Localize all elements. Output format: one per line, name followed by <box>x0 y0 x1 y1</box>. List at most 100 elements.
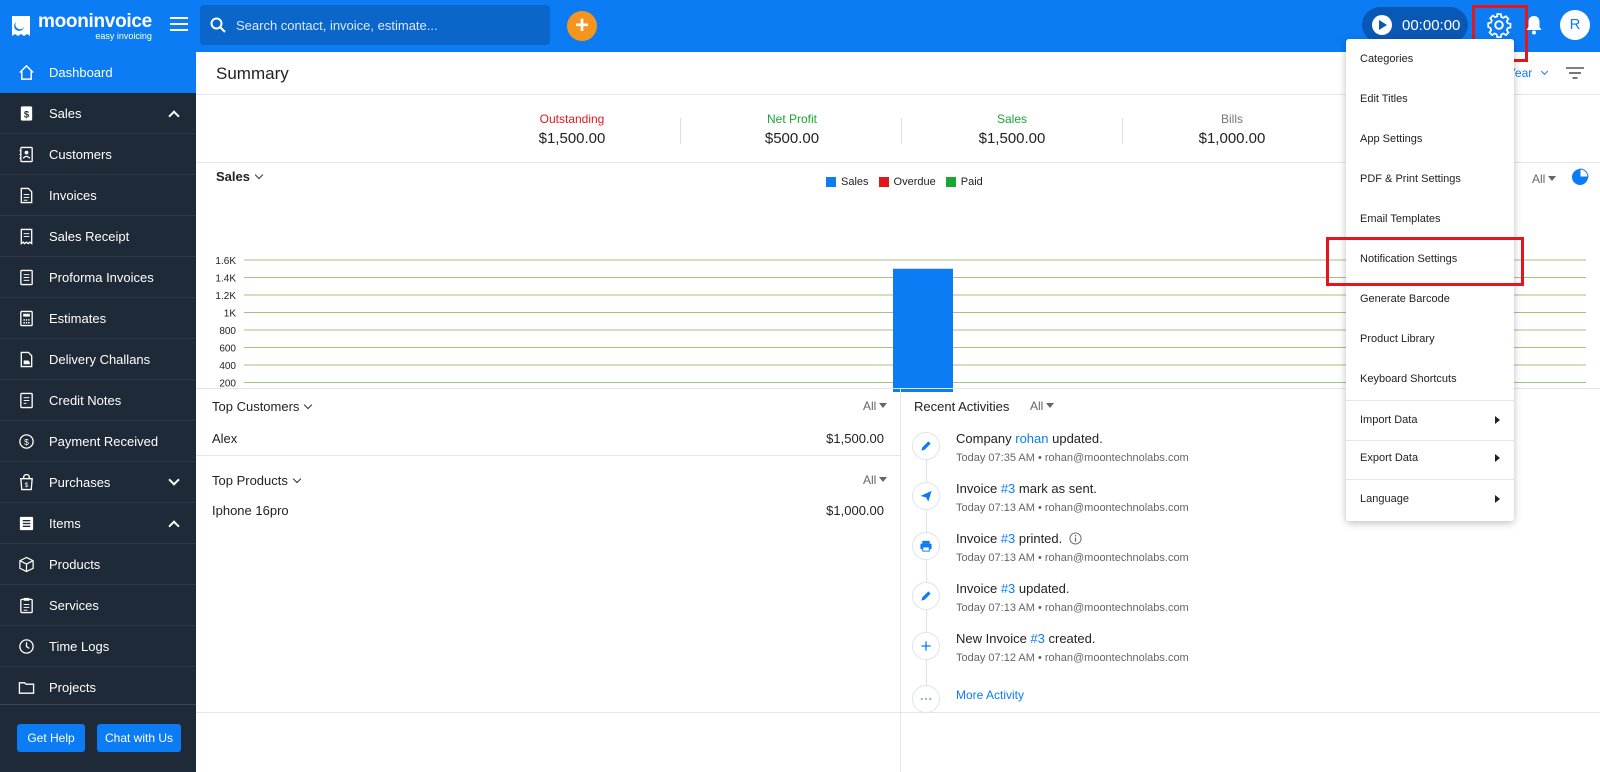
menu-item-app-settings[interactable]: App Settings <box>1346 119 1514 159</box>
menu-icon[interactable] <box>170 17 188 31</box>
sidebar-item-invoices[interactable]: Invoices <box>0 175 196 216</box>
clipboard-icon <box>20 597 33 614</box>
menu-item-email-templates[interactable]: Email Templates <box>1346 199 1514 239</box>
stat-value: $1,000.00 <box>1198 130 1266 147</box>
filter-icon[interactable] <box>1566 67 1584 79</box>
sidebar-item-delivery-challans[interactable]: Delivery Challans <box>0 339 196 380</box>
menu-item-pdf-print-settings[interactable]: PDF & Print Settings <box>1346 159 1514 199</box>
search-input[interactable] <box>236 17 526 33</box>
activities-filter[interactable]: All <box>1030 399 1055 413</box>
sidebar-item-services[interactable]: Services <box>0 585 196 626</box>
y-tick-label: 400 <box>219 361 236 372</box>
sidebar-item-customers[interactable]: Customers <box>0 134 196 175</box>
chart-filter-dropdown[interactable]: All <box>1532 172 1557 186</box>
y-tick-label: 1.2K <box>215 291 236 302</box>
legend-item-sales[interactable]: Sales <box>826 176 869 188</box>
legend-item-overdue[interactable]: Overdue <box>878 176 936 188</box>
chart-legend: Sales Overdue Paid <box>826 176 993 188</box>
top-products-dropdown[interactable]: Top Products <box>212 473 302 488</box>
menu-item-edit-titles[interactable]: Edit Titles <box>1346 79 1514 119</box>
sidebar-item-label: Time Logs <box>49 638 110 654</box>
more-activity-link[interactable]: More Activity <box>956 688 1024 702</box>
legend-label: Paid <box>960 176 983 188</box>
recent-activities-title: Recent Activities <box>914 399 1010 414</box>
submenu-arrow-icon <box>1495 495 1500 503</box>
list-icon <box>19 516 34 531</box>
sidebar-item-label: Delivery Challans <box>49 351 151 367</box>
pie-chart-icon[interactable] <box>1571 168 1589 186</box>
sidebar-item-items[interactable]: Items <box>0 503 196 544</box>
chevron-down-icon <box>1540 67 1548 76</box>
menu-item-categories[interactable]: Categories <box>1346 39 1514 79</box>
sidebar-item-label: Estimates <box>49 310 107 326</box>
calculator-icon <box>20 310 33 327</box>
legend-swatch <box>878 177 889 187</box>
product-name[interactable]: Iphone 16pro <box>212 503 289 518</box>
caret-down-icon <box>879 477 888 482</box>
stat-value: $1,500.00 <box>538 130 606 147</box>
menu-item-product-library[interactable]: Product Library <box>1346 319 1514 359</box>
top-customers-dropdown[interactable]: Top Customers <box>212 399 313 414</box>
sidebar-item-sales[interactable]: $ Sales <box>0 93 196 134</box>
chart-filter-label: All <box>1532 172 1546 186</box>
legend-item-paid[interactable]: Paid <box>945 176 983 188</box>
bar-sales[interactable] <box>893 268 953 392</box>
sidebar-item-projects[interactable]: Projects <box>0 667 196 708</box>
user-avatar[interactable]: R <box>1560 10 1590 40</box>
sidebar-item-estimates[interactable]: Estimates <box>0 298 196 339</box>
stat-value: $500.00 <box>764 130 820 147</box>
notification-bell-icon[interactable] <box>1525 15 1543 35</box>
brand-name: mooninvoice <box>38 10 152 32</box>
divider <box>196 712 1600 713</box>
menu-item-export-data[interactable]: Export Data <box>1346 438 1514 478</box>
stat-bills[interactable]: Bills $1,000.00 <box>1122 112 1342 147</box>
menu-item-label: Import Data <box>1360 414 1418 426</box>
top-customers-title: Top Customers <box>212 399 300 414</box>
home-icon <box>19 64 34 80</box>
brand-logo[interactable]: mooninvoice easy invoicing <box>10 10 160 42</box>
sidebar-item-time-logs[interactable]: Time Logs <box>0 626 196 667</box>
timer-value: 00:00:00 <box>1402 16 1461 34</box>
search-icon <box>210 17 226 33</box>
purchase-icon: $ <box>20 474 33 491</box>
add-new-button[interactable]: + <box>567 11 597 41</box>
menu-item-language[interactable]: Language <box>1346 479 1514 519</box>
legend-swatch <box>945 177 956 187</box>
receipt-icon <box>20 228 33 245</box>
search-bar[interactable] <box>200 5 550 45</box>
menu-item-import-data[interactable]: Import Data <box>1346 400 1514 440</box>
stat-value: $1,500.00 <box>978 130 1046 147</box>
stat-net-profit[interactable]: Net Profit $500.00 <box>682 112 902 147</box>
y-tick-label: 1.6K <box>215 256 236 267</box>
sidebar-item-payment-received[interactable]: $ Payment Received <box>0 421 196 462</box>
sidebar-item-products[interactable]: Products <box>0 544 196 585</box>
timer-button[interactable]: 00:00:00 <box>1362 7 1468 43</box>
top-products-filter[interactable]: All <box>863 473 888 487</box>
stat-outstanding[interactable]: Outstanding $1,500.00 <box>462 112 682 147</box>
chat-with-us-button[interactable]: Chat with Us <box>97 724 181 752</box>
folder-icon <box>18 682 35 694</box>
sidebar-item-label: Proforma Invoices <box>49 269 154 285</box>
filter-label: All <box>863 473 877 487</box>
menu-item-label: Language <box>1360 493 1409 505</box>
sidebar-item-purchases[interactable]: $ Purchases <box>0 462 196 503</box>
panel-divider <box>900 389 901 772</box>
chevron-down-icon <box>292 474 302 484</box>
stat-sales[interactable]: Sales $1,500.00 <box>902 112 1122 147</box>
sidebar-item-label: Sales <box>49 105 82 121</box>
menu-item-keyboard-shortcuts[interactable]: Keyboard Shortcuts <box>1346 359 1514 399</box>
sidebar-item-label: Items <box>49 515 81 531</box>
sidebar-item-credit-notes[interactable]: Credit Notes <box>0 380 196 421</box>
sidebar-item-label: Credit Notes <box>49 392 122 408</box>
chart-type-dropdown[interactable]: Sales <box>216 169 264 184</box>
top-customers-filter[interactable]: All <box>863 399 888 413</box>
proforma-icon <box>20 269 33 286</box>
get-help-button[interactable]: Get Help <box>17 724 85 752</box>
sidebar-item-sales-receipt[interactable]: Sales Receipt <box>0 216 196 257</box>
y-tick-label: 600 <box>219 344 236 355</box>
chevron-down-icon <box>168 474 180 486</box>
customer-name[interactable]: Alex <box>212 431 237 446</box>
sidebar-item-proforma-invoices[interactable]: Proforma Invoices <box>0 257 196 298</box>
sidebar-item-dashboard[interactable]: Dashboard <box>0 52 196 93</box>
top-products-title: Top Products <box>212 473 288 488</box>
